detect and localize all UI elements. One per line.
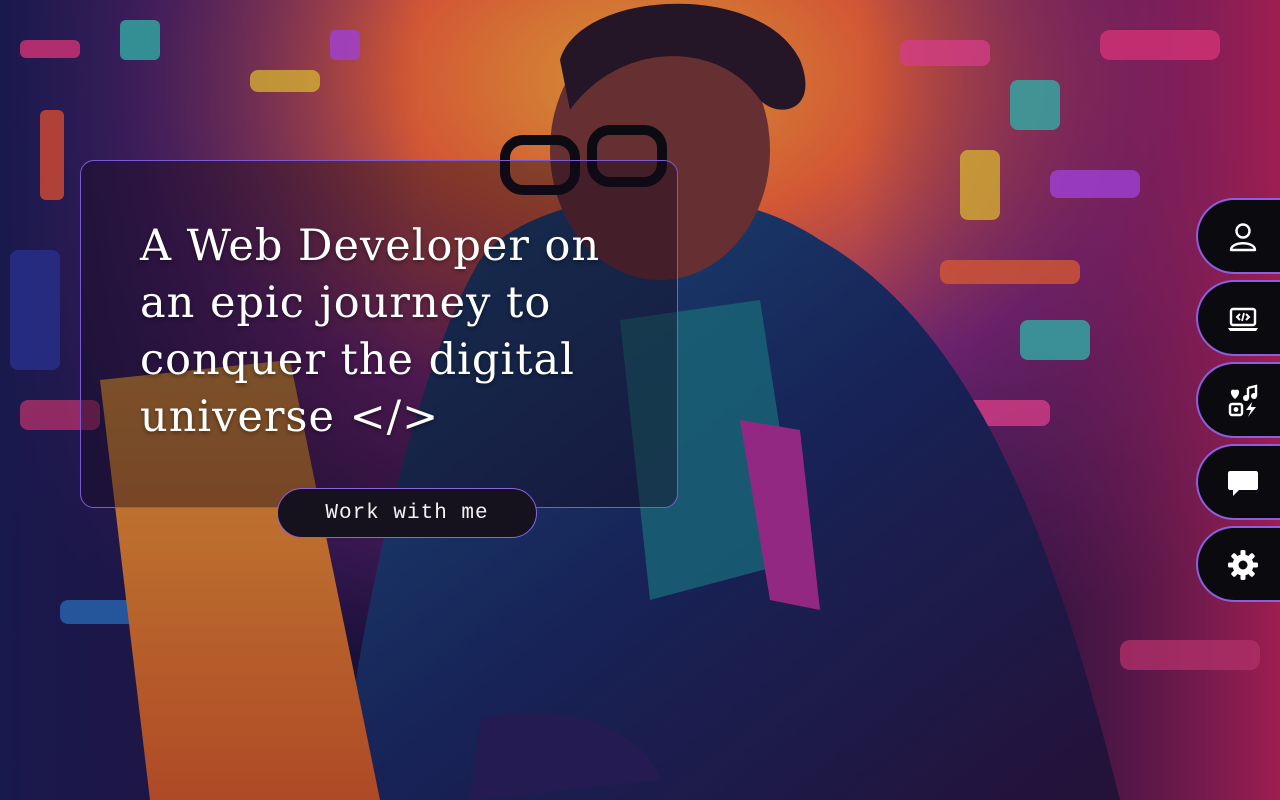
nav-item-settings[interactable]	[1196, 526, 1280, 602]
hero-title: A Web Developer on an epic journey to co…	[140, 221, 601, 442]
page: A Web Developer on an epic journey to co…	[0, 0, 1280, 800]
chat-bubble-icon	[1228, 471, 1258, 496]
nav-item-hobbies[interactable]	[1196, 362, 1280, 438]
nav-item-projects[interactable]	[1196, 280, 1280, 356]
nav-item-contact[interactable]	[1196, 444, 1280, 520]
gear-icon	[1228, 550, 1258, 580]
laptop-code-icon	[1228, 307, 1258, 331]
hobbies-icon	[1228, 384, 1258, 417]
work-with-me-button[interactable]: Work with me	[277, 488, 537, 538]
side-nav	[1196, 198, 1280, 608]
nav-item-about[interactable]	[1196, 198, 1280, 274]
user-icon	[1229, 223, 1257, 252]
